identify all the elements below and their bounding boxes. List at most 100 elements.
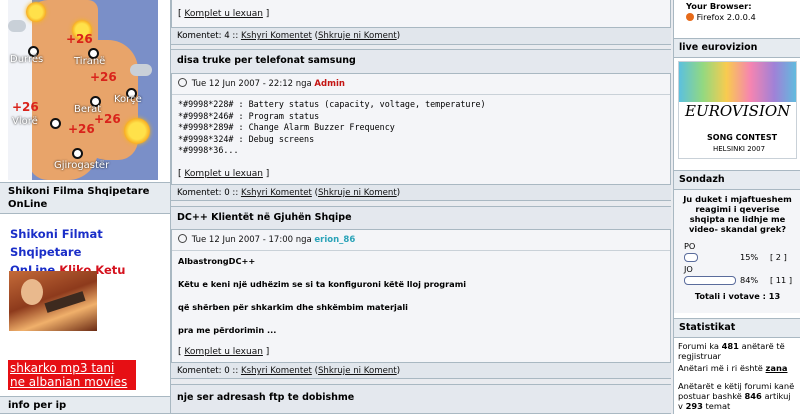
post-content: *#9998*228# : Battery status (capacity, … bbox=[172, 95, 670, 159]
post-footer: Komentet: 4 :: Kshyri Komentet (Shkruje … bbox=[171, 27, 671, 45]
info-ip-title: info per ip bbox=[0, 396, 170, 414]
city-name: Gjirogastër bbox=[54, 160, 110, 171]
content-line: *#9998*246# : Program status bbox=[178, 110, 320, 121]
cloud-icon bbox=[8, 20, 26, 32]
newest-member-link[interactable]: zana bbox=[766, 363, 788, 373]
post-item: Tue 12 Jun 2007 - 22:12 nga Admin *#9998… bbox=[171, 74, 671, 184]
temperature-label: +26 bbox=[90, 70, 117, 84]
mp3-banner[interactable]: shkarko mp3 tani ne albanian movies bbox=[8, 360, 136, 390]
write-comment-link[interactable]: Shkruje ni Koment bbox=[318, 366, 397, 376]
content-line: pra me përdorimin ... bbox=[178, 325, 277, 335]
content-line: *#9998*289# : Change Alarm Buzzer Freque… bbox=[178, 122, 395, 132]
temperature-label: +26 bbox=[68, 122, 95, 136]
read-comments-link[interactable]: Kshyri Komentet bbox=[241, 188, 312, 198]
comments-count: Komentet: 4 :: bbox=[177, 31, 239, 41]
stats-title: Statistikat bbox=[674, 318, 800, 338]
promo-line: Shikoni Filmat Shqipetare bbox=[10, 227, 103, 259]
mp3-line: ne albanian movies bbox=[10, 375, 128, 389]
films-section-title: Shikoni Filma Shqipetare OnLine bbox=[0, 182, 170, 214]
poll-count: [ 2 ] bbox=[770, 252, 787, 262]
stats-box: Forumi ka 481 anëtarë të regjistruar Anë… bbox=[674, 340, 800, 414]
city-name: Durrës bbox=[10, 54, 44, 65]
content-line: *#9998*324# : Debug screens bbox=[178, 133, 315, 144]
content-line: Këtu e keni një udhëzim se si ta konfigu… bbox=[178, 279, 467, 289]
comments-count: Komentet: 0 :: bbox=[177, 366, 239, 376]
right-sidebar: Your Browser: Firefox 2.0.0.4 live eurov… bbox=[673, 0, 800, 414]
post-title[interactable]: DC++ Klientët në Gjuhën Shqipe bbox=[171, 206, 671, 230]
city-name: Berat bbox=[74, 104, 102, 115]
browser-info: Your Browser: Firefox 2.0.0.4 bbox=[674, 0, 800, 28]
poll-percent: 84% bbox=[740, 275, 759, 285]
city-name: Korçe bbox=[114, 94, 142, 105]
eurovision-title: live eurovizion bbox=[674, 38, 800, 58]
city-marker bbox=[72, 148, 83, 159]
sun-icon bbox=[26, 2, 46, 22]
post-item: [ Komplet u lexuan ] bbox=[171, 0, 671, 27]
stats-topics-count: 293 bbox=[685, 401, 703, 411]
logo-wordmark: EUROVISION bbox=[685, 102, 791, 120]
stats-newest: Anëtari më i ri është zana bbox=[674, 362, 800, 374]
content-line: që shërben për shkarkim dhe shkëmbim mat… bbox=[178, 302, 408, 312]
sun-icon bbox=[124, 118, 150, 144]
readmore-row: [ Komplet u lexuan ] bbox=[178, 168, 270, 179]
stats-text: Forumi ka bbox=[678, 341, 719, 351]
weather-map[interactable]: +26 +26 +26 +26 +26 Durrës Tiranë Berat … bbox=[8, 0, 158, 180]
poll-option-label: PO bbox=[684, 241, 696, 251]
clock-icon bbox=[178, 234, 187, 243]
city-name: Tiranë bbox=[74, 56, 106, 67]
readmore-row: [ Komplet u lexuan ] bbox=[178, 347, 270, 357]
logo-stripes bbox=[679, 62, 796, 102]
readmore-link[interactable]: Komplet u lexuan bbox=[184, 347, 263, 357]
stats-posts: Anëtarët e këtij forumi kanë postuar bas… bbox=[674, 380, 800, 412]
temperature-label: +26 bbox=[12, 100, 39, 114]
post-content: AlbastrongDC++ Këtu e keni një udhëzim s… bbox=[172, 251, 670, 338]
movie-photo[interactable] bbox=[9, 271, 97, 331]
post-meta: Tue 12 Jun 2007 - 22:12 nga Admin bbox=[172, 74, 670, 95]
photo-face bbox=[21, 279, 43, 305]
poll-count: [ 11 ] bbox=[770, 275, 793, 285]
readmore-link[interactable]: Komplet u lexuan bbox=[184, 9, 263, 19]
post-author[interactable]: Admin bbox=[314, 79, 345, 89]
poll-percent: 15% bbox=[740, 252, 759, 262]
cloud-icon bbox=[130, 64, 152, 76]
stats-articles-count: 846 bbox=[744, 391, 762, 401]
write-comment-link[interactable]: Shkruje ni Koment bbox=[318, 188, 397, 198]
post-meta: Tue 12 Jun 2007 - 17:00 nga erion_86 bbox=[172, 230, 670, 251]
mp3-line: shkarko mp3 tani bbox=[10, 361, 115, 375]
readmore-link[interactable]: Komplet u lexuan bbox=[184, 169, 263, 179]
write-comment-link[interactable]: Shkruje ni Koment bbox=[318, 31, 397, 41]
stats-text: Anëtari më i ri është bbox=[678, 363, 763, 373]
clock-icon bbox=[178, 78, 187, 87]
left-sidebar: +26 +26 +26 +26 +26 Durrës Tiranë Berat … bbox=[0, 0, 171, 414]
post-title[interactable]: nje ser adresash ftp te dobishme bbox=[171, 384, 671, 414]
post-date: Tue 12 Jun 2007 - 17:00 nga bbox=[191, 235, 312, 245]
content-line: AlbastrongDC++ bbox=[178, 256, 256, 266]
read-comments-link[interactable]: Kshyri Komentet bbox=[241, 366, 312, 376]
post-item: Tue 12 Jun 2007 - 17:00 nga erion_86 Alb… bbox=[171, 230, 671, 362]
content-line: *#9998*36... bbox=[178, 145, 239, 155]
poll-bar bbox=[684, 276, 736, 285]
browser-value: Firefox 2.0.0.4 bbox=[696, 12, 756, 22]
poll-title: Sondazh bbox=[674, 170, 800, 190]
poll-question: Ju duket i mjaftueshem reagimi i qeveris… bbox=[683, 194, 792, 234]
photo-object bbox=[44, 291, 86, 313]
firefox-icon bbox=[686, 13, 694, 21]
eurovision-logo[interactable]: EUROVISION SONG CONTEST HELSINKI 2007 bbox=[678, 61, 797, 159]
readmore-row: [ Komplet u lexuan ] bbox=[178, 9, 270, 19]
poll-option[interactable]: 84% [ 11 ] bbox=[674, 275, 800, 287]
content-line: *#9998*228# : Battery status (capacity, … bbox=[178, 99, 486, 109]
stats-members: Forumi ka 481 anëtarë të regjistruar bbox=[674, 340, 800, 362]
post-title[interactable]: disa truke per telefonat samsung bbox=[171, 49, 671, 74]
post-footer: Komentet: 0 :: Kshyri Komentet (Shkruje … bbox=[171, 362, 671, 379]
poll-box: Ju duket i mjaftueshem reagimi i qeveris… bbox=[674, 190, 800, 313]
city-marker bbox=[50, 118, 61, 129]
post-author[interactable]: erion_86 bbox=[314, 235, 355, 245]
temperature-label: +26 bbox=[66, 32, 93, 46]
post-footer: Komentet: 0 :: Kshyri Komentet (Shkruje … bbox=[171, 184, 671, 201]
stats-members-count: 481 bbox=[721, 341, 739, 351]
city-name: Vlorë bbox=[12, 116, 38, 127]
poll-option[interactable]: 15% [ 2 ] bbox=[674, 252, 800, 264]
comments-count: Komentet: 0 :: bbox=[177, 188, 239, 198]
read-comments-link[interactable]: Kshyri Komentet bbox=[241, 31, 312, 41]
poll-option-label: JO bbox=[684, 264, 693, 274]
